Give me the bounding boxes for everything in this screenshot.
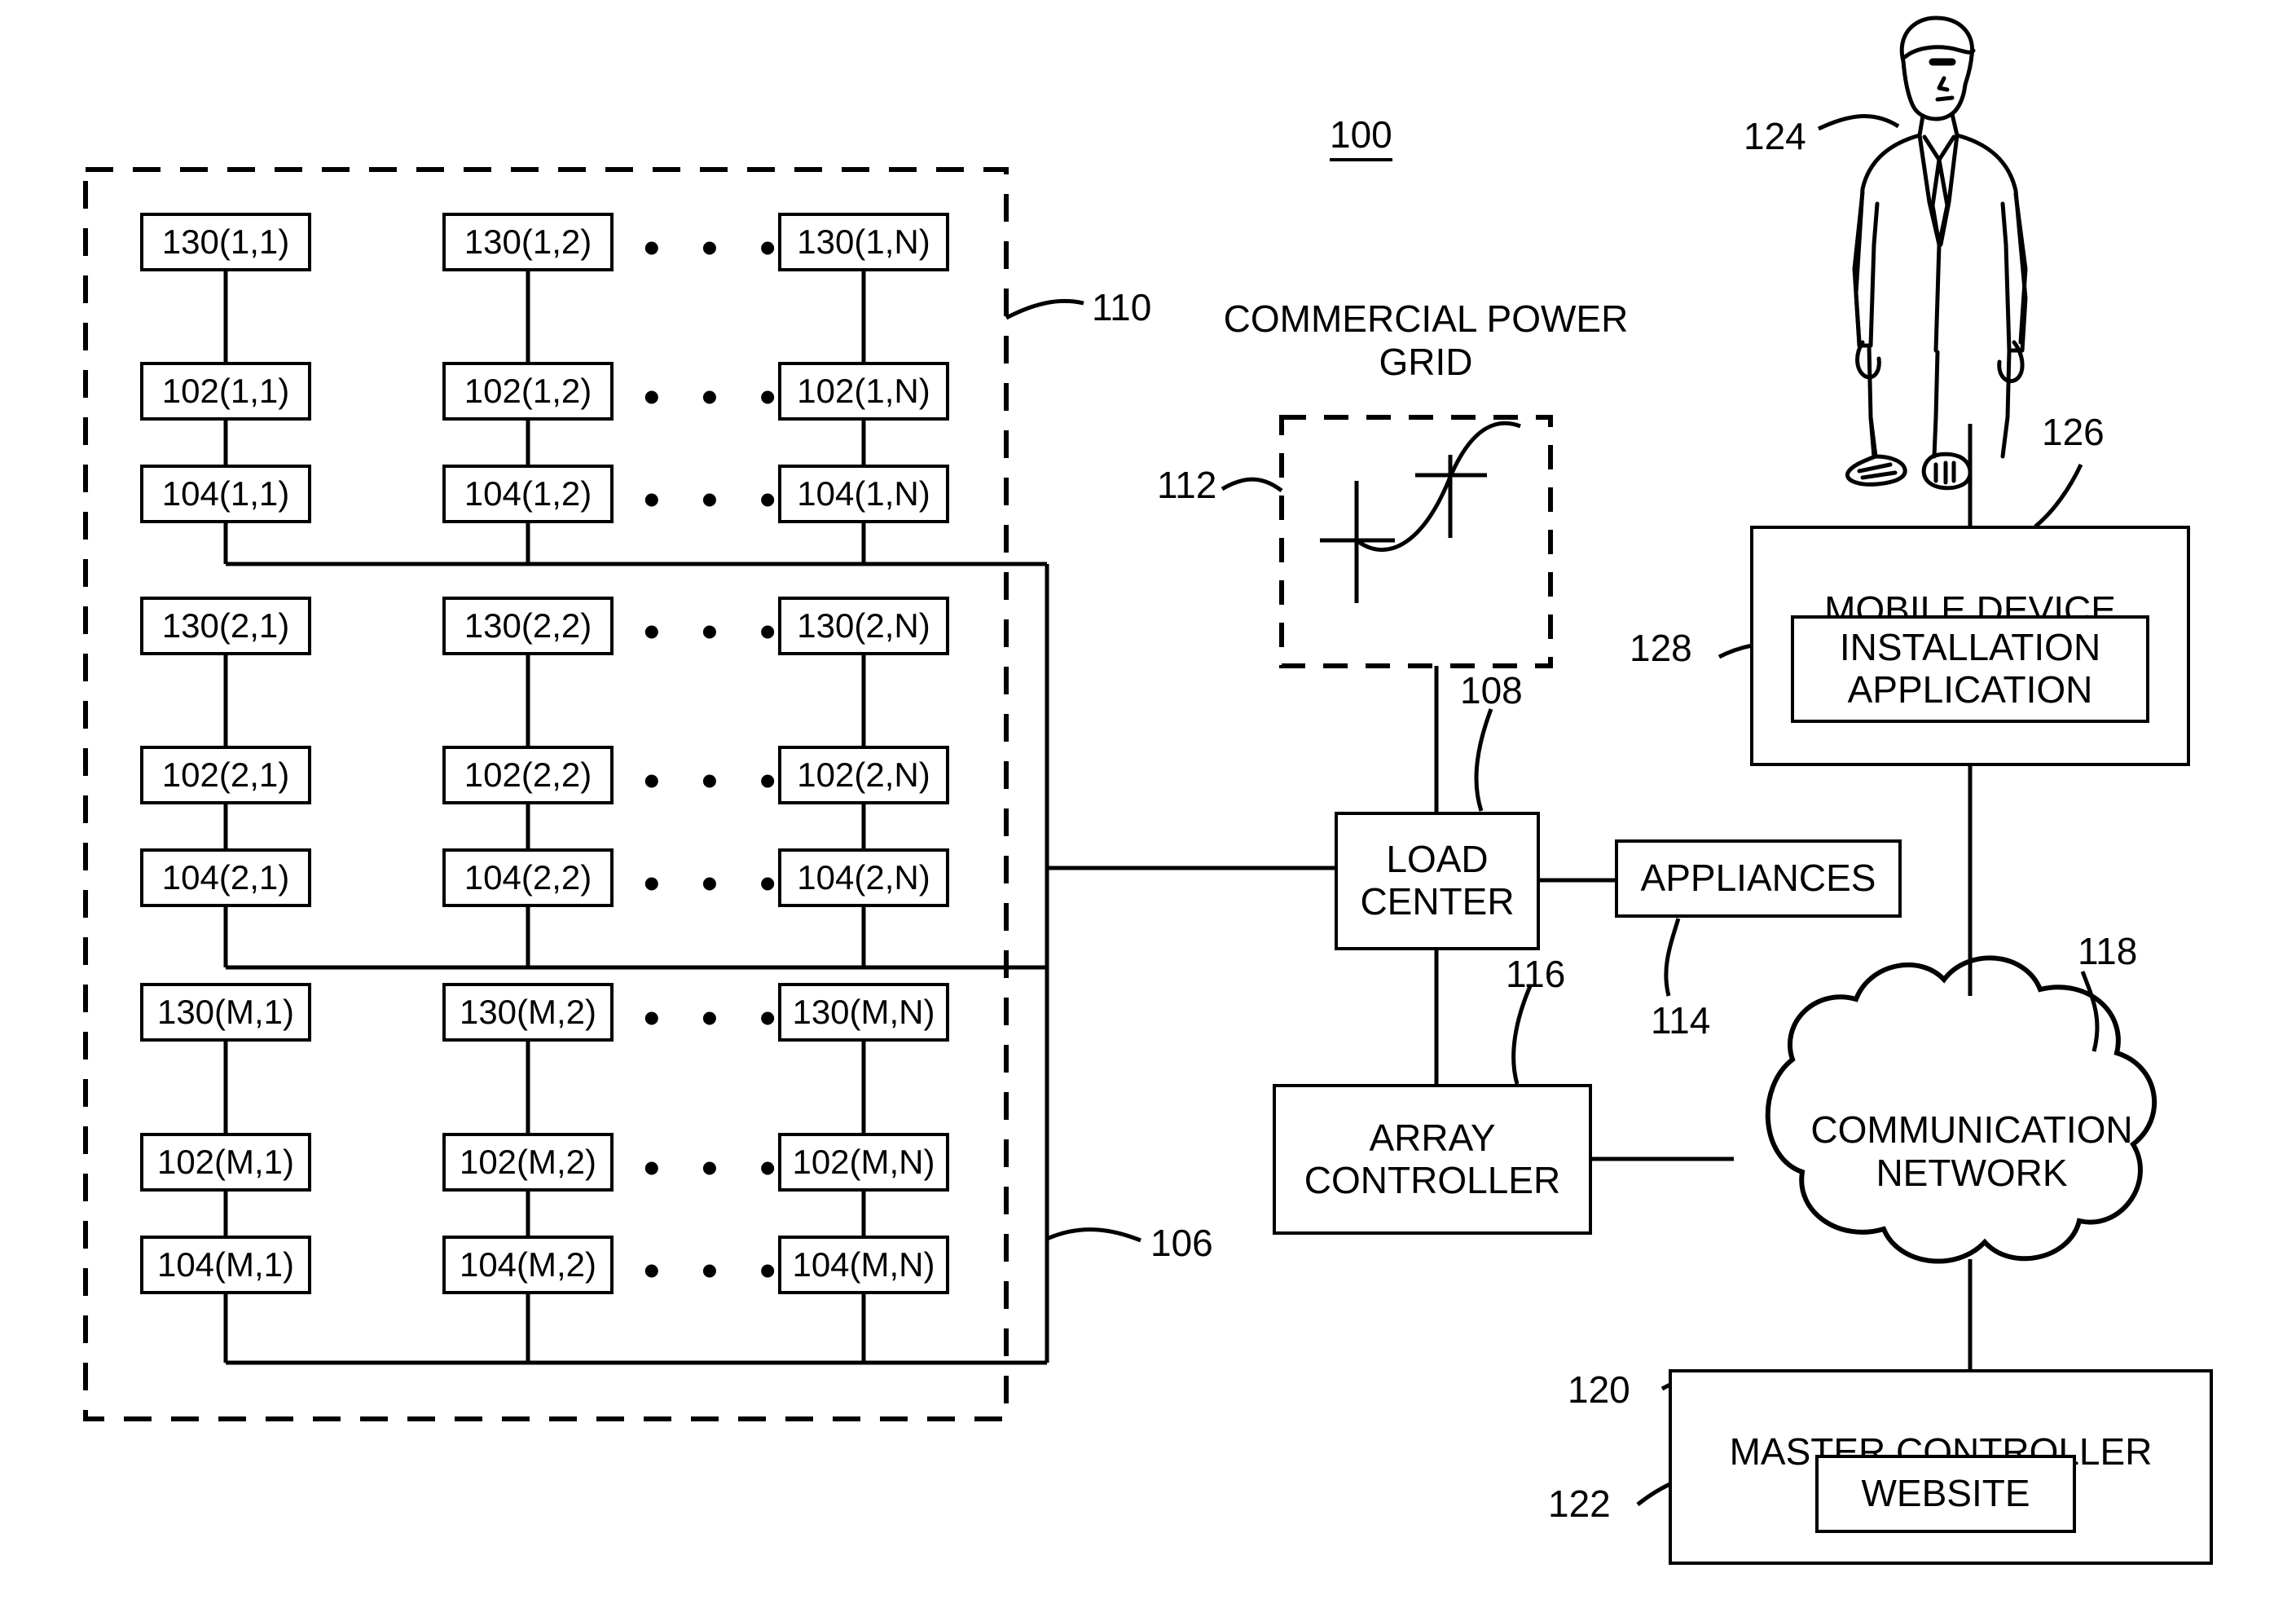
communication-network-label: COMMUNICATION NETWORK: [1810, 1108, 2133, 1194]
load-center-box[interactable]: LOAD CENTER: [1335, 812, 1540, 950]
module-104-2-2[interactable]: 104(2,2): [442, 848, 614, 907]
module-102-1-N[interactable]: 102(1,N): [778, 362, 949, 421]
ref-114: 114: [1651, 999, 1711, 1042]
module-130-M-1[interactable]: 130(M,1): [140, 983, 311, 1042]
module-130-1-N[interactable]: 130(1,N): [778, 213, 949, 271]
ref-116: 116: [1506, 953, 1566, 995]
load-center-label: LOAD CENTER: [1360, 838, 1515, 923]
row-ellipsis-2-102: • • •: [644, 755, 790, 806]
website-label: WEBSITE: [1861, 1472, 2030, 1515]
row-ellipsis-2-104: • • •: [644, 857, 790, 909]
module-102-1-2[interactable]: 102(1,2): [442, 362, 614, 421]
array-controller-label: ARRAY CONTROLLER: [1304, 1116, 1561, 1201]
diagram-vector-layer: [83, 15, 2157, 1506]
module-102-2-N[interactable]: 102(2,N): [778, 746, 949, 804]
person-icon: [1845, 15, 2028, 491]
module-102-M-1[interactable]: 102(M,1): [140, 1133, 311, 1192]
module-130-2-2[interactable]: 130(2,2): [442, 597, 614, 655]
module-104-M-2[interactable]: 104(M,2): [442, 1236, 614, 1294]
row-ellipsis-M-102: • • •: [644, 1142, 790, 1193]
ref-106: 106: [1150, 1222, 1213, 1264]
power-grid-caption: COMMERCIAL POWER GRID: [1223, 297, 1629, 383]
ref-122: 122: [1548, 1482, 1611, 1525]
module-102-2-2[interactable]: 102(2,2): [442, 746, 614, 804]
module-104-1-2[interactable]: 104(1,2): [442, 465, 614, 523]
module-104-1-N[interactable]: 104(1,N): [778, 465, 949, 523]
ref-128: 128: [1630, 627, 1692, 669]
row-ellipsis-2-130: • • •: [644, 606, 790, 657]
module-102-M-N[interactable]: 102(M,N): [778, 1133, 949, 1192]
module-104-1-1[interactable]: 104(1,1): [140, 465, 311, 523]
module-102-M-2[interactable]: 102(M,2): [442, 1133, 614, 1192]
module-102-2-1[interactable]: 102(2,1): [140, 746, 311, 804]
module-102-1-1[interactable]: 102(1,1): [140, 362, 311, 421]
ref-126: 126: [2042, 411, 2105, 453]
row-ellipsis-1-130: • • •: [644, 222, 790, 273]
installation-application-box[interactable]: INSTALLATION APPLICATION: [1791, 615, 2149, 723]
figure-number: 100: [1330, 112, 1392, 161]
power-grid-dashed-box: [1279, 415, 1553, 668]
ref-112: 112: [1157, 464, 1217, 506]
module-130-1-2[interactable]: 130(1,2): [442, 213, 614, 271]
module-104-2-N[interactable]: 104(2,N): [778, 848, 949, 907]
row-ellipsis-M-130: • • •: [644, 992, 790, 1043]
ref-108: 108: [1460, 669, 1523, 711]
module-130-2-N[interactable]: 130(2,N): [778, 597, 949, 655]
row-ellipsis-1-104: • • •: [644, 474, 790, 525]
appliances-box[interactable]: APPLIANCES: [1615, 839, 1902, 918]
module-104-M-N[interactable]: 104(M,N): [778, 1236, 949, 1294]
website-box[interactable]: WEBSITE: [1815, 1455, 2076, 1533]
ref-110: 110: [1092, 286, 1152, 328]
module-130-M-N[interactable]: 130(M,N): [778, 983, 949, 1042]
row-ellipsis-1-102: • • •: [644, 371, 790, 422]
module-130-1-1[interactable]: 130(1,1): [140, 213, 311, 271]
ref-120: 120: [1568, 1368, 1630, 1411]
module-104-2-1[interactable]: 104(2,1): [140, 848, 311, 907]
module-104-M-1[interactable]: 104(M,1): [140, 1236, 311, 1294]
installation-application-label: INSTALLATION APPLICATION: [1839, 626, 2101, 711]
transmission-tower-icon: [1320, 421, 1521, 603]
array-controller-box[interactable]: ARRAY CONTROLLER: [1273, 1084, 1592, 1235]
patent-figure-page: 100 130(1,1) 102(1,1) 104(1,1) 130(1,2) …: [0, 0, 2296, 1608]
appliances-label: APPLIANCES: [1640, 857, 1876, 900]
ref-124: 124: [1744, 115, 1806, 157]
module-130-2-1[interactable]: 130(2,1): [140, 597, 311, 655]
row-ellipsis-M-104: • • •: [644, 1245, 790, 1296]
ref-118: 118: [2078, 930, 2138, 972]
module-130-M-2[interactable]: 130(M,2): [442, 983, 614, 1042]
